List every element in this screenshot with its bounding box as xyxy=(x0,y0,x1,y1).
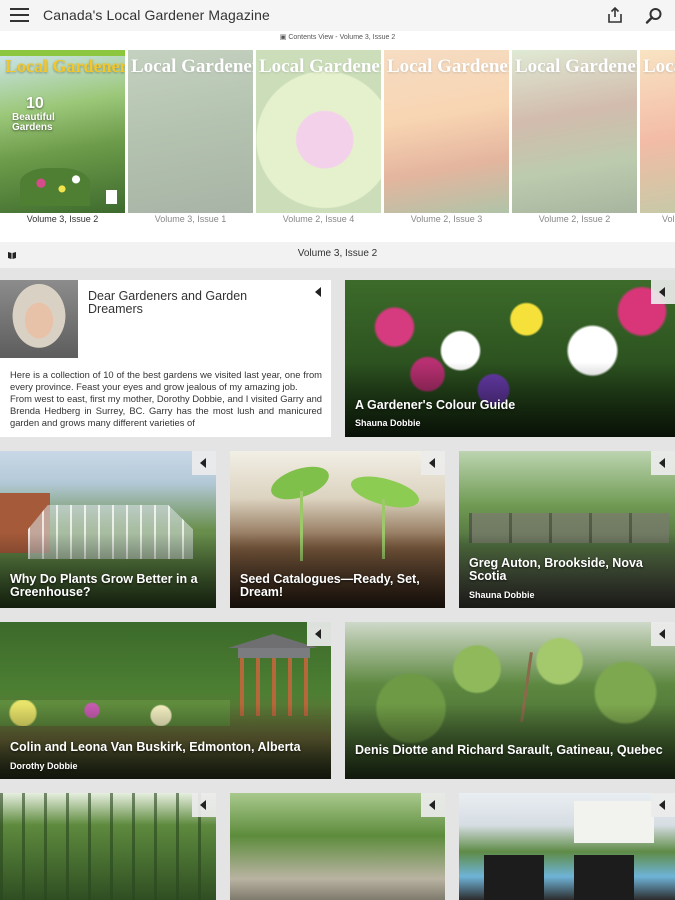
volume-label: Volume 3, Issue 2 xyxy=(297,248,378,259)
cover-fade-overlay xyxy=(384,50,509,213)
article-card-bamboo[interactable] xyxy=(0,793,216,900)
article-card-poolside[interactable] xyxy=(459,793,675,900)
article-author: Shauna Dobbie xyxy=(469,590,535,600)
bookmark-icon[interactable] xyxy=(307,622,331,646)
article-title: Denis Diotte and Richard Sarault, Gatine… xyxy=(355,743,663,757)
author-portrait xyxy=(0,280,78,358)
issues-carousel[interactable]: ▣ Contents View - Volume 3, Issue 2 Loca… xyxy=(0,31,675,242)
gazebo-roof-art xyxy=(238,648,310,658)
app-title: Canada's Local Gardener Magazine xyxy=(43,7,270,23)
top-app-bar: Canada's Local Gardener Magazine xyxy=(0,0,675,31)
cover-fade-overlay xyxy=(128,50,253,213)
bamboo-art xyxy=(0,793,216,900)
article-title: A Gardener's Colour Guide xyxy=(355,398,516,412)
article-card-greg-auton[interactable]: Greg Auton, Brookside, Nova Scotia Shaun… xyxy=(459,451,675,608)
bookmark-icon[interactable] xyxy=(651,280,675,304)
article-title: Greg Auton, Brookside, Nova Scotia xyxy=(469,556,643,583)
cover-headline: Beautiful Gardens xyxy=(12,112,55,133)
house-art xyxy=(574,801,654,843)
letter-paragraph: From west to east, first my mother, Doro… xyxy=(10,393,322,428)
bookmark-icon[interactable] xyxy=(192,793,216,817)
article-title: Why Do Plants Grow Better in a Greenhous… xyxy=(10,572,198,599)
patio-chair-art xyxy=(574,855,634,900)
search-icon[interactable] xyxy=(644,6,664,26)
article-card-seed-catalogues[interactable]: Seed Catalogues—Ready, Set, Dream! xyxy=(230,451,445,608)
cover-fade-overlay xyxy=(512,50,637,213)
issue-label[interactable]: Volume 2, Issue 4 xyxy=(256,214,381,224)
cover-masthead: Local Gardener xyxy=(5,56,125,76)
share-icon[interactable] xyxy=(606,6,624,24)
issue-cover-6[interactable]: Local Gardener xyxy=(640,50,675,213)
cover-fade-overlay xyxy=(256,50,381,213)
issue-label[interactable]: Volume 2, Issue 2 xyxy=(512,214,637,224)
volume-bar: Volume 3, Issue 2 xyxy=(0,242,675,268)
patio-chair-art xyxy=(484,855,544,900)
bookmark-icon[interactable] xyxy=(651,451,675,475)
issue-cover-3[interactable]: Local Gardener xyxy=(256,50,381,213)
issue-label[interactable]: Volume 3, Issue 2 xyxy=(0,214,125,224)
article-card-garden-path[interactable] xyxy=(230,793,445,900)
bookmark-icon[interactable] xyxy=(651,622,675,646)
article-title: Seed Catalogues—Ready, Set, Dream! xyxy=(240,572,420,599)
editor-letter-card[interactable]: Dear Gardeners and Garden Dreamers Here … xyxy=(0,280,331,437)
issue-cover-5[interactable]: Local Gardener xyxy=(512,50,637,213)
cover-flower-art xyxy=(20,168,90,206)
article-card-greenhouse[interactable]: Why Do Plants Grow Better in a Greenhous… xyxy=(0,451,216,608)
issue-label[interactable]: Volume 2, Issue 1 xyxy=(640,214,675,224)
bookmark-icon[interactable] xyxy=(421,451,445,475)
cover-lock-icon xyxy=(106,190,117,204)
article-card-colour-guide[interactable]: A Gardener's Colour Guide Shauna Dobbie xyxy=(345,280,675,437)
bookmark-icon[interactable] xyxy=(651,793,675,817)
card-shade xyxy=(345,703,675,779)
letter-body: Here is a collection of 10 of the best g… xyxy=(10,369,322,429)
article-card-diotte-sarault[interactable]: Denis Diotte and Richard Sarault, Gatine… xyxy=(345,622,675,779)
article-title: Colin and Leona Van Buskirk, Edmonton, A… xyxy=(10,740,301,754)
article-author: Shauna Dobbie xyxy=(355,418,421,428)
hamburger-menu-icon[interactable] xyxy=(10,8,29,23)
cover-headline-number: 10 xyxy=(26,95,44,112)
issue-label[interactable]: Volume 2, Issue 3 xyxy=(384,214,509,224)
contents-view-label: ▣ Contents View - Volume 3, Issue 2 xyxy=(279,34,396,41)
bookmark-icon[interactable] xyxy=(192,451,216,475)
issue-cover-selected[interactable]: Local Gardener 10 Beautiful Gardens xyxy=(0,50,125,213)
cover-fade-overlay xyxy=(640,50,675,213)
app-root: Canada's Local Gardener Magazine ▣ Conte… xyxy=(0,0,675,900)
bookmark-icon[interactable] xyxy=(307,280,331,304)
issue-label[interactable]: Volume 3, Issue 1 xyxy=(128,214,253,224)
letter-title: Dear Gardeners and Garden Dreamers xyxy=(88,289,248,316)
seedling-leaf-art xyxy=(347,470,423,514)
article-author: Dorothy Dobbie xyxy=(10,761,78,771)
gazebo-roof-art xyxy=(228,634,318,648)
issue-cover-4[interactable]: Local Gardener xyxy=(384,50,509,213)
issue-cover-2[interactable]: Local Gardener xyxy=(128,50,253,213)
letter-paragraph: Here is a collection of 10 of the best g… xyxy=(10,369,322,392)
article-card-van-buskirk[interactable]: Colin and Leona Van Buskirk, Edmonton, A… xyxy=(0,622,331,779)
bookmark-icon[interactable] xyxy=(421,793,445,817)
